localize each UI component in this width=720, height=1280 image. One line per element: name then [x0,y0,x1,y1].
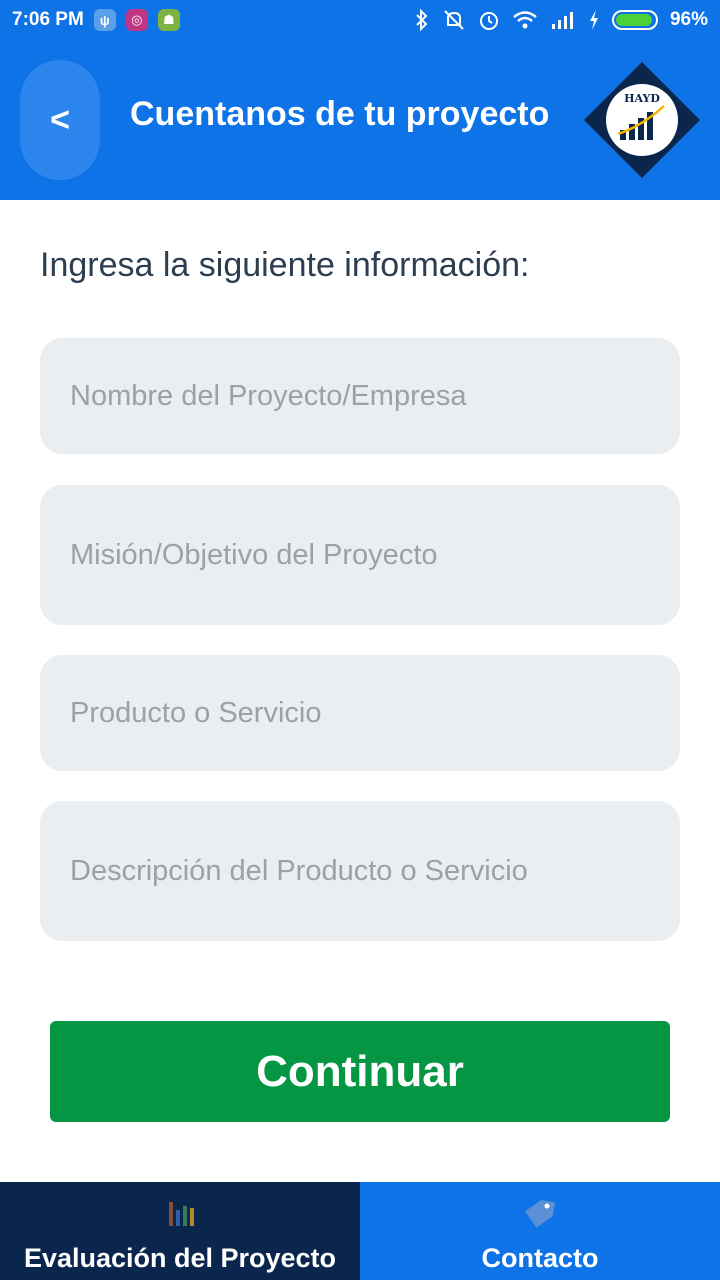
usb-icon: ψ [93,9,116,31]
back-button[interactable]: < [20,60,100,180]
wifi-icon [513,11,537,29]
bar-chart-icon [169,1202,194,1226]
status-time: 7:06 PM [12,9,84,30]
android-icon: ☗ [157,9,180,31]
status-bar: 7:06 PM ψ ◎ ☗ 96% [0,0,720,40]
product-service-input[interactable] [40,655,680,771]
nav-contact-label: Contacto [481,1243,599,1273]
alarm-icon [479,12,498,30]
hayd-logo: HAYD [584,62,700,178]
battery-icon [611,10,658,30]
continue-label: Continuar [256,1046,464,1096]
status-right: 96% [414,9,708,31]
back-label: < [50,100,70,139]
page-title: Cuentanos de tu proyecto [130,95,550,133]
nav-evaluation-label: Evaluación del Proyecto [23,1243,337,1273]
charging-icon [589,10,598,30]
signal-icon [551,12,573,29]
instagram-icon: ◎ [125,9,148,31]
mute-icon [444,10,464,30]
tag-icon [525,1200,556,1228]
app-header: < Cuentanos de tu proyecto HAYD [0,40,720,200]
mission-input[interactable] [40,485,680,625]
battery-percent: 96% [669,9,708,30]
nav-contact-tab[interactable]: Contacto [360,1182,720,1280]
battery-fill [615,14,653,26]
nav-evaluation-tab[interactable]: Evaluación del Proyecto [0,1182,360,1280]
logo-text: HAYD [624,92,660,105]
project-name-input[interactable] [40,338,680,454]
form-instruction: Ingresa la siguiente información: [40,246,530,284]
status-left: 7:06 PM ψ ◎ ☗ [12,9,180,31]
bottom-nav: Evaluación del Proyecto Contacto [0,1182,720,1280]
continue-button[interactable]: Continuar [50,1021,670,1122]
bluetooth-icon [416,9,428,31]
product-description-input[interactable] [40,801,680,941]
